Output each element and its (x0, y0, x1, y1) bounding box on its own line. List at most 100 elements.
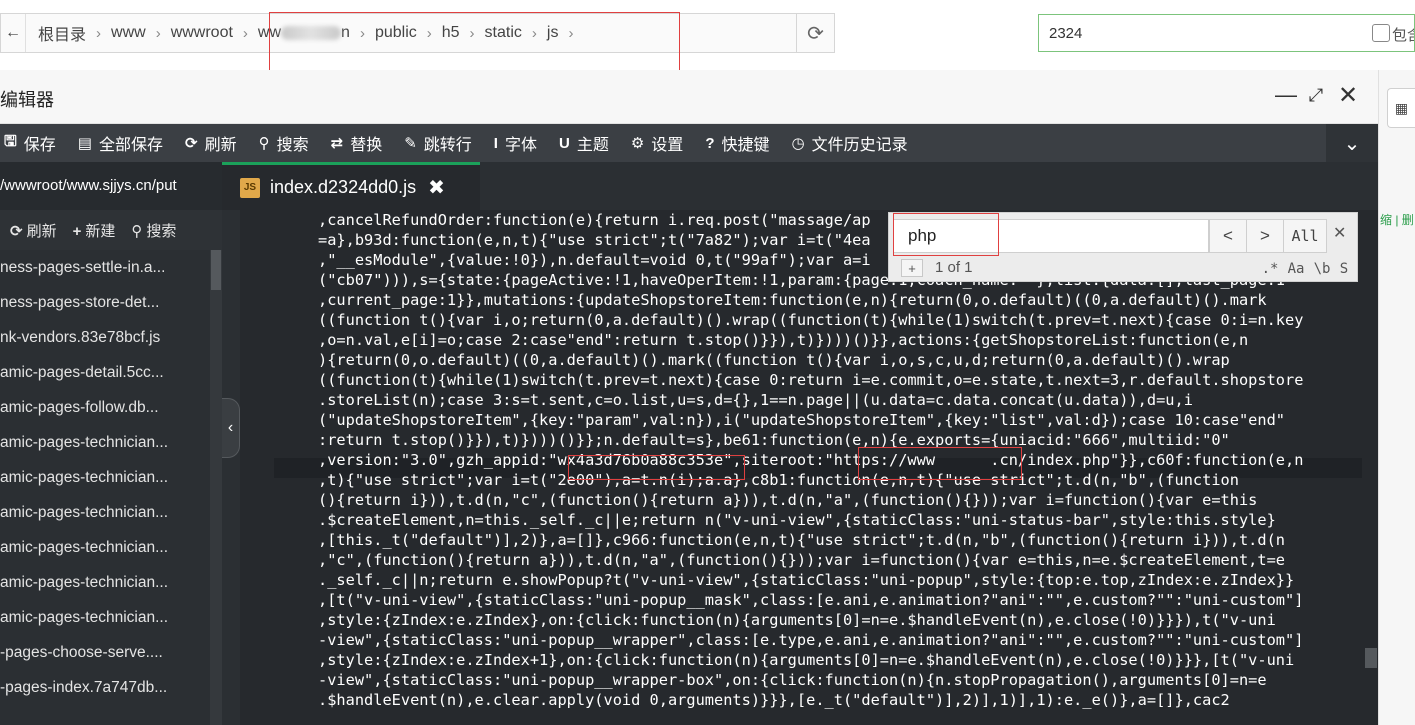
code-line[interactable]: ){return(0,o.default)((0,a.default)().ma… (318, 350, 1303, 370)
list-item[interactable]: amic-pages-technician... (0, 495, 210, 530)
editor-window: 编辑器 — ⤢ ✕ 🖫 保存 ▤ 全部保存 ⟳ 刷新 ⚲ 搜索 ⇄ 替换 ✎ 跳转行 I 字体… (0, 70, 1378, 725)
goto-line-button[interactable]: ✎ 跳转行 (393, 124, 483, 162)
include-checkbox[interactable] (1372, 24, 1390, 42)
case-toggle[interactable]: Aa (1285, 259, 1307, 279)
refresh-button[interactable]: ⟳ 刷新 (174, 124, 248, 162)
list-item[interactable]: -pages-index.7a747db... (0, 670, 210, 705)
code-line[interactable]: ((function(t){while(1)switch(t.prev=t.ne… (318, 370, 1303, 390)
replace-label: 替换 (350, 137, 383, 154)
refresh-icon[interactable]: ⟳ (796, 14, 834, 52)
code-line[interactable]: ,style:{zIndex:e.zIndex},on:{click:funct… (318, 610, 1303, 630)
code-line[interactable]: ,[this._t("default")],2)},a=[]},c966:fun… (318, 530, 1303, 550)
code-line[interactable]: .$handleEvent(n),e.clear.apply(void 0,ar… (318, 690, 1303, 710)
sidebar-search-button[interactable]: ⚲ 搜索 (131, 220, 176, 241)
save-all-button[interactable]: ▤ 全部保存 (67, 124, 174, 162)
list-item[interactable]: amic-pages-technician... (0, 425, 210, 460)
in-selection-toggle[interactable]: S (1333, 259, 1355, 279)
background-panel (1378, 70, 1415, 725)
toggle-replace-button[interactable]: + (901, 259, 923, 277)
crumb-js[interactable]: js (543, 24, 563, 42)
crumb-h5[interactable]: h5 (438, 24, 464, 42)
code-line[interactable]: ,version:"3.0",gzh_appid:"wx4a3d76b0a88c… (318, 450, 1303, 470)
list-item[interactable]: amic-pages-technician... (0, 600, 210, 635)
sidebar-refresh-button[interactable]: ⟳ 刷新 (10, 220, 57, 241)
replace-button[interactable]: ⇄ 替换 (320, 124, 394, 162)
grid-icon[interactable]: ▦ (1387, 88, 1415, 128)
redacted-text (281, 25, 342, 40)
settings-icon: ⚙ (630, 135, 645, 152)
sidebar-search-label: 搜索 (146, 222, 177, 240)
scrollbar-thumb[interactable] (1365, 648, 1377, 668)
chevron-left-icon[interactable]: ‹ (222, 398, 240, 458)
address-bar: ← 根目录 › www › wwwroot › ww n › public › h… (0, 0, 1415, 71)
regex-toggle[interactable]: .* (1259, 259, 1281, 279)
scrollbar-thumb[interactable] (211, 250, 221, 290)
history-icon: ◷ (791, 135, 805, 152)
code-line[interactable]: .$createElement,n=this._self._c||e;retur… (318, 510, 1303, 530)
include-label: 包含 (1392, 27, 1414, 44)
font-label: 字体 (504, 137, 537, 154)
list-item[interactable]: ness-pages-store-det... (0, 285, 210, 320)
code-line[interactable]: ("updateShopstoreItem",{key:"param",val:… (318, 410, 1303, 430)
search-button[interactable]: ⚲ 搜索 (248, 124, 320, 162)
code-line[interactable]: -view",{staticClass:"uni-popup__wrapper"… (318, 630, 1303, 650)
crumb-site[interactable]: ww n (254, 24, 354, 42)
settings-button[interactable]: ⚙ 设置 (620, 124, 694, 162)
code-line[interactable]: ,t){"use strict";var i=t("2e00"),a=t.n(i… (318, 470, 1303, 490)
close-icon[interactable]: ✕ (1333, 223, 1346, 243)
code-line[interactable]: .storeList(n);case 3:s=t.sent,c=o.list,u… (318, 390, 1303, 410)
list-item[interactable]: amic-pages-technician... (0, 460, 210, 495)
list-item[interactable]: amic-pages-follow.db... (0, 390, 210, 425)
tab-index-js[interactable]: JS index.d2324dd0.js ✖ (222, 162, 480, 210)
code-line[interactable]: ,"c",(function(){return a})),t.d(n,"a",(… (318, 550, 1303, 570)
code-line[interactable]: ._self._c||n;return e.showPopup?t("v-uni… (318, 570, 1303, 590)
whole-word-toggle[interactable]: \b (1311, 259, 1333, 279)
editor-titlebar: 编辑器 — ⤢ ✕ (0, 70, 1378, 124)
sidebar-new-button[interactable]: + 新建 (73, 220, 116, 241)
shortcuts-button[interactable]: ? 快捷键 (694, 124, 780, 162)
back-arrow-icon[interactable]: ← (1, 24, 25, 42)
find-prev-button[interactable]: < (1209, 219, 1247, 253)
code-line[interactable]: ,current_page:1}},mutations:{updateShops… (318, 290, 1303, 310)
code-line[interactable]: ,o=n.val,e[i]=o;case 2:case"end":return … (318, 330, 1303, 350)
close-icon[interactable]: ✕ (1335, 82, 1361, 109)
code-scrollbar[interactable] (1362, 210, 1378, 725)
code-line[interactable]: -view",{staticClass:"uni-popup__wrapper-… (318, 670, 1303, 690)
file-search-input[interactable]: 2324 包含 (1038, 14, 1415, 52)
list-item[interactable]: nk-vendors.83e78bcf.js (0, 320, 210, 355)
chevron-down-icon[interactable]: ⌄ (1326, 124, 1378, 162)
sidebar-scrollbar[interactable] (210, 250, 222, 725)
crumb-root[interactable]: 根目录 (34, 21, 90, 45)
crumb-public[interactable]: public (371, 24, 421, 42)
code-line[interactable]: ((function t(){var i,o;return(0,a.defaul… (318, 310, 1303, 330)
list-item[interactable]: -pages-choose-serve.... (0, 635, 210, 670)
theme-button[interactable]: U 主题 (548, 124, 620, 162)
code-line[interactable]: ,style:{zIndex:e.zIndex+1},on:{click:fun… (318, 650, 1303, 670)
list-item[interactable]: amic-pages-technician... (0, 565, 210, 600)
minimize-icon[interactable]: — (1273, 82, 1299, 108)
find-all-button[interactable]: All (1283, 219, 1327, 253)
sidebar-actions: ⟳ 刷新 + 新建 ⚲ 搜索 (0, 210, 222, 250)
close-icon[interactable]: ✖ (428, 175, 445, 200)
find-next-button[interactable]: > (1246, 219, 1284, 253)
find-input[interactable]: php (893, 219, 1209, 253)
code-line[interactable]: (){return i})),t.d(n,"c",(function(){ret… (318, 490, 1303, 510)
crumb-static[interactable]: static (481, 24, 526, 42)
list-item[interactable]: ness-pages-settle-in.a... (0, 250, 210, 285)
code-editor[interactable]: ,cancelRefundOrder:function(e){return i.… (240, 210, 1378, 725)
code-content[interactable]: ,cancelRefundOrder:function(e){return i.… (318, 210, 1303, 710)
code-line[interactable]: ,[t("v-uni-view",{staticClass:"uni-popup… (318, 590, 1303, 610)
file-history-button[interactable]: ◷ 文件历史记录 (781, 124, 919, 162)
code-line[interactable]: :return t.stop()}}),t)})))()}};n.default… (318, 430, 1303, 450)
list-item[interactable]: amic-pages-detail.5cc... (0, 355, 210, 390)
editor-title: 编辑器 (0, 90, 54, 110)
refresh-label: 刷新 (204, 137, 237, 154)
crumb-www[interactable]: www (107, 24, 150, 42)
save-button[interactable]: 🖫 保存 (0, 124, 67, 162)
sidebar-path: /wwwroot/www.sjjys.cn/put (0, 162, 222, 210)
file-list: ness-pages-settle-in.a... ness-pages-sto… (0, 250, 210, 705)
maximize-icon[interactable]: ⤢ (1303, 82, 1329, 108)
list-item[interactable]: amic-pages-technician... (0, 530, 210, 565)
crumb-wwwroot[interactable]: wwwroot (167, 24, 237, 42)
font-button[interactable]: I 字体 (483, 124, 548, 162)
